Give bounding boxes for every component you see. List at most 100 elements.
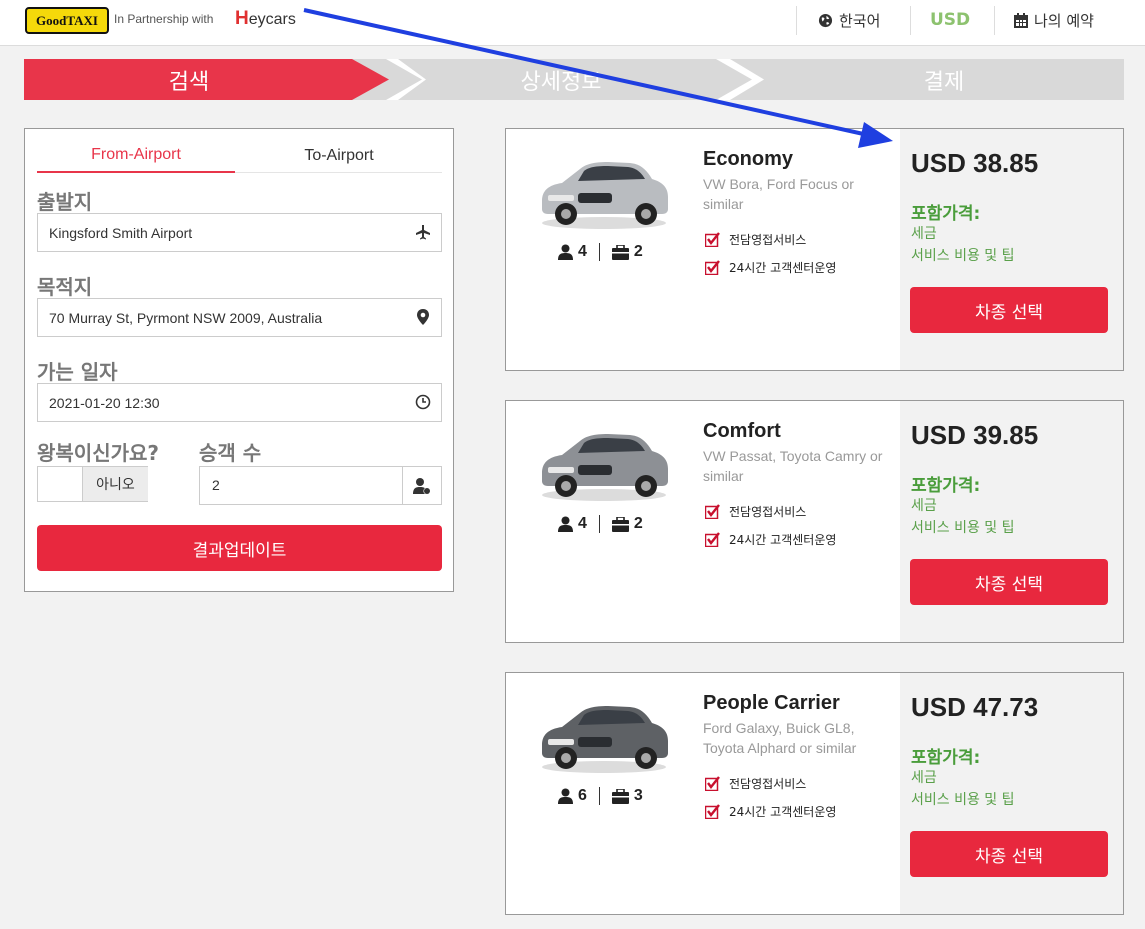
checkbox-checked-icon	[705, 804, 720, 819]
car-image	[542, 706, 668, 773]
checkbox-checked-icon	[705, 532, 720, 547]
tab-from-airport[interactable]: From-Airport	[37, 139, 235, 173]
return-toggle-value: 아니오	[82, 467, 148, 501]
currency-selector[interactable]: USD	[930, 10, 970, 30]
included-item: 세금	[911, 226, 937, 242]
step-chevron	[386, 59, 426, 100]
vehicle-class-name: People Carrier	[703, 692, 840, 714]
direction-tabs: From-Airport To-Airport	[37, 139, 442, 173]
price: USD 39.85	[911, 420, 1039, 450]
feature-item: 전담영접서비스	[705, 503, 806, 520]
from-label: 출발지	[37, 190, 93, 214]
passenger-count-field[interactable]: 2	[199, 466, 442, 505]
heycars-logo: Heycars	[235, 8, 296, 29]
select-vehicle-button[interactable]: 차종 선택	[910, 559, 1108, 605]
passenger-icon	[558, 244, 573, 260]
luggage-icon	[611, 244, 629, 260]
to-label: 목적지	[37, 275, 93, 299]
luggage-capacity: 2	[633, 515, 643, 532]
step-payment: 결제	[923, 69, 965, 95]
language-selector[interactable]: 한국어	[818, 10, 880, 31]
car-image	[542, 162, 668, 229]
step-search: 검색	[24, 59, 389, 100]
select-vehicle-button[interactable]: 차종 선택	[910, 831, 1108, 877]
feature-item: 24시간 고객센터운영	[705, 803, 836, 820]
vehicle-models: VW Passat, Toyota Camry or similar	[703, 448, 883, 484]
user-plus-icon	[413, 477, 431, 495]
step-details: 상세정보	[520, 69, 602, 95]
return-label: 왕복이신가요?	[37, 441, 160, 465]
map-pin-icon	[417, 309, 429, 325]
price: USD 47.73	[911, 692, 1039, 722]
luggage-capacity: 2	[633, 243, 643, 260]
feature-label: 24시간 고객센터운영	[729, 261, 837, 275]
checkbox-checked-icon	[705, 232, 720, 247]
passenger-capacity: 4	[578, 243, 587, 260]
passenger-count-value: 2	[212, 477, 220, 493]
return-toggle[interactable]: 아니오	[37, 466, 148, 502]
included-item: 서비스 비용 및 팁	[911, 792, 1015, 808]
feature-item: 전담영접서비스	[705, 775, 806, 792]
feature-item: 24시간 고객센터운영	[705, 259, 836, 276]
feature-item: 전담영접서비스	[705, 231, 806, 248]
goodtaxi-logo[interactable]: GoodTAXI	[25, 7, 109, 34]
luggage-capacity: 3	[633, 787, 643, 804]
to-field[interactable]: 70 Murray St, Pyrmont NSW 2009, Australi…	[37, 298, 442, 337]
vehicle-card: 6 3 People Carrier Ford Galaxy, Buick GL…	[505, 672, 1124, 915]
price-panel: USD 47.73 포함가격: 세금 서비스 비용 및 팁 차종 선택	[900, 673, 1123, 914]
capacity-info: 6 3	[558, 787, 643, 805]
tab-to-airport[interactable]: To-Airport	[240, 139, 438, 173]
included-item: 세금	[911, 770, 937, 786]
vehicle-class-name: Economy	[703, 148, 794, 170]
included-label: 포함가격:	[911, 476, 981, 496]
header-divider	[910, 6, 911, 35]
included-label: 포함가격:	[911, 204, 981, 224]
date-value: 2021-01-20 12:30	[49, 394, 160, 411]
from-value: Kingsford Smith Airport	[49, 224, 193, 241]
update-results-button[interactable]: 결과업데이트	[37, 525, 442, 571]
from-field[interactable]: Kingsford Smith Airport	[37, 213, 442, 252]
luggage-icon	[611, 516, 629, 532]
feature-label: 전담영접서비스	[729, 777, 807, 791]
header: GoodTAXI In Partnership with Heycars 한국어…	[0, 0, 1145, 46]
calendar-icon	[1014, 13, 1028, 28]
step-chevron	[716, 59, 764, 100]
feature-label: 전담영접서비스	[729, 233, 807, 247]
progress-steps: 검색 상세정보 결제	[24, 59, 1124, 100]
passenger-capacity: 4	[578, 515, 587, 532]
capacity-info: 4 2	[558, 243, 643, 261]
price: USD 38.85	[911, 148, 1039, 178]
my-booking-label: 나의 예약	[1034, 12, 1094, 30]
date-label: 가는 일자	[37, 360, 118, 384]
plane-icon	[416, 225, 430, 240]
passenger-capacity: 6	[578, 787, 587, 804]
language-label: 한국어	[839, 12, 881, 30]
capacity-separator	[598, 515, 600, 533]
feature-label: 24시간 고객센터운영	[729, 805, 837, 819]
my-booking-link[interactable]: 나의 예약	[1014, 10, 1094, 31]
included-item: 서비스 비용 및 팁	[911, 248, 1015, 264]
capacity-info: 4 2	[558, 515, 643, 533]
price-panel: USD 39.85 포함가격: 세금 서비스 비용 및 팁 차종 선택	[900, 401, 1123, 642]
passenger-icon	[558, 516, 573, 532]
included-item: 세금	[911, 498, 937, 514]
vehicle-card: 4 2 Economy VW Bora, Ford Focus or simil…	[505, 128, 1124, 371]
header-divider	[994, 6, 995, 35]
header-divider	[796, 6, 797, 35]
feature-label: 전담영접서비스	[729, 505, 807, 519]
checkbox-checked-icon	[705, 776, 720, 791]
passenger-icon	[558, 788, 573, 804]
vehicle-models: VW Bora, Ford Focus or similar	[703, 176, 854, 212]
search-panel: From-Airport To-Airport 출발지 Kingsford Sm…	[24, 128, 454, 592]
feature-label: 24시간 고객센터운영	[729, 533, 837, 547]
select-vehicle-button[interactable]: 차종 선택	[910, 287, 1108, 333]
passenger-label: 승객 수	[199, 441, 262, 465]
vehicle-card: 4 2 Comfort VW Passat, Toyota Camry or s…	[505, 400, 1124, 643]
to-value: 70 Murray St, Pyrmont NSW 2009, Australi…	[49, 309, 323, 326]
date-field[interactable]: 2021-01-20 12:30	[37, 383, 442, 422]
checkbox-checked-icon	[705, 504, 720, 519]
car-image	[542, 434, 668, 501]
price-panel: USD 38.85 포함가격: 세금 서비스 비용 및 팁 차종 선택	[900, 129, 1123, 370]
included-item: 서비스 비용 및 팁	[911, 520, 1015, 536]
passenger-icon-box	[402, 467, 441, 504]
